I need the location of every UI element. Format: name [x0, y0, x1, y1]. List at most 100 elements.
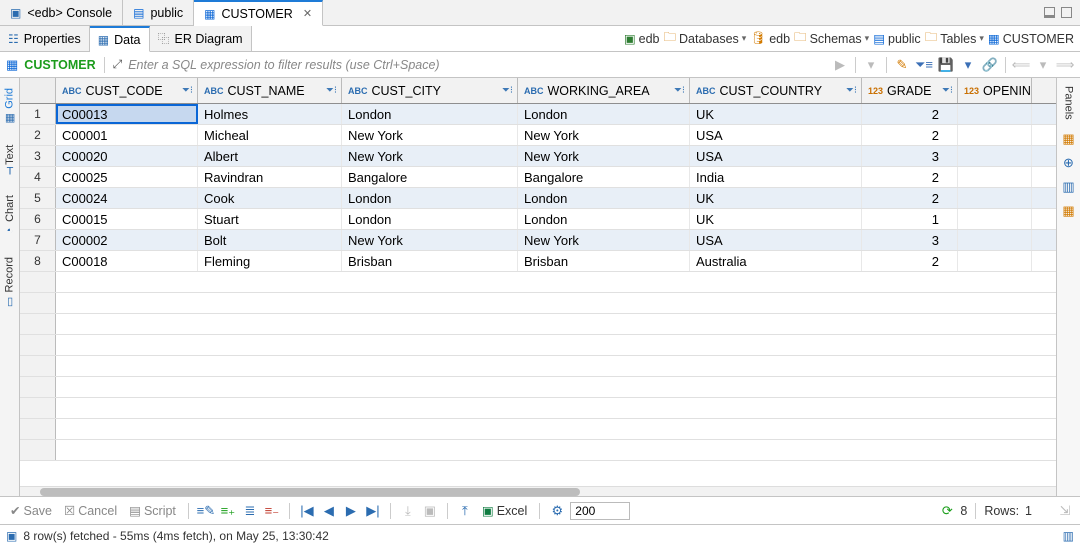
cell-cust-name[interactable]: Micheal [198, 125, 342, 145]
cell-opening[interactable] [958, 167, 1032, 187]
crumb-schemas[interactable]: 🗀Schemas▾ [794, 28, 869, 49]
cell-cust-country[interactable]: UK [690, 104, 862, 124]
row-number[interactable]: 6 [20, 209, 56, 229]
col-header-working-area[interactable]: ABCWORKING_AREA⏷⁝ [518, 78, 690, 103]
favorites-icon[interactable]: ▾ [959, 56, 977, 74]
row-number[interactable]: 7 [20, 230, 56, 250]
maximize-icon[interactable] [1061, 7, 1072, 18]
chevron-down-icon[interactable]: ▾ [865, 33, 870, 44]
cell-cust-name[interactable]: Fleming [198, 251, 342, 271]
rail-tab-chart[interactable]: ◔Chart [4, 189, 16, 243]
save-button[interactable]: ✔Save [6, 501, 56, 520]
cell-cust-country[interactable]: USA [690, 230, 862, 250]
last-page-icon[interactable]: ▶| [364, 502, 382, 520]
crumb-schema[interactable]: ▤public [873, 31, 920, 46]
cell-cust-code[interactable]: C00025 [56, 167, 198, 187]
pin-icon[interactable]: ⇲ [1056, 502, 1074, 520]
link-icon[interactable]: 🔗 [981, 56, 999, 74]
panel-calendar-icon[interactable]: ▥ [1060, 178, 1078, 196]
crumb-table[interactable]: ▦CUSTOMER [988, 31, 1074, 46]
cell-grade[interactable]: 1 [862, 209, 958, 229]
table-row[interactable]: 1 C00013 Holmes London London UK 2 [20, 104, 1056, 125]
rail-tab-text[interactable]: TText [4, 139, 16, 181]
subtab-data[interactable]: ▦ Data [90, 26, 150, 52]
cell-working-area[interactable]: London [518, 188, 690, 208]
cell-cust-country[interactable]: UK [690, 188, 862, 208]
crumb-databases[interactable]: 🗀Databases▾ [664, 28, 747, 49]
row-number[interactable]: 3 [20, 146, 56, 166]
row-number[interactable]: 2 [20, 125, 56, 145]
row-number[interactable]: 8 [20, 251, 56, 271]
crumb-tables[interactable]: 🗀Tables▾ [925, 28, 984, 49]
cell-cust-country[interactable]: USA [690, 125, 862, 145]
chevron-down-icon[interactable]: ▾ [979, 33, 984, 44]
tab-customer[interactable]: ▦ CUSTOMER ✕ [194, 0, 323, 26]
cell-cust-city[interactable]: New York [342, 125, 518, 145]
tab-public[interactable]: ▤ public [123, 0, 194, 25]
duplicate-row-icon[interactable]: ≣ [241, 502, 259, 520]
cell-cust-name[interactable]: Stuart [198, 209, 342, 229]
delete-row-icon[interactable]: ≡₋ [263, 502, 281, 520]
table-row[interactable]: 4 C00025 Ravindran Bangalore Bangalore I… [20, 167, 1056, 188]
next-page-icon[interactable]: ▶ [342, 502, 360, 520]
filter-icon[interactable]: ⏷⁝ [942, 85, 953, 96]
cell-cust-name[interactable]: Albert [198, 146, 342, 166]
crumb-connection[interactable]: ▣edb [624, 31, 660, 46]
cell-opening[interactable] [958, 104, 1032, 124]
close-icon[interactable]: ✕ [303, 7, 312, 20]
settings-icon[interactable]: ⚙ [548, 502, 566, 520]
nav-back-menu-icon[interactable]: ▾ [1034, 56, 1052, 74]
custom-filter-icon[interactable]: ✎ [893, 56, 911, 74]
cell-working-area[interactable]: New York [518, 125, 690, 145]
cell-grade[interactable]: 2 [862, 125, 958, 145]
sql-filter-input[interactable]: Enter a SQL expression to filter results… [128, 58, 825, 72]
cell-opening[interactable] [958, 188, 1032, 208]
filter-icon[interactable]: ⏷⁝ [182, 85, 193, 96]
cell-grade[interactable]: 2 [862, 251, 958, 271]
table-row[interactable]: 2 C00001 Micheal New York New York USA 2 [20, 125, 1056, 146]
cell-cust-city[interactable]: Bangalore [342, 167, 518, 187]
panel-globe-icon[interactable]: ⊕ [1060, 154, 1078, 172]
cell-cust-city[interactable]: London [342, 104, 518, 124]
prev-page-icon[interactable]: ◀ [320, 502, 338, 520]
table-row[interactable]: 8 C00018 Fleming Brisban Brisban Austral… [20, 251, 1056, 272]
subtab-properties[interactable]: ☷ Properties [0, 26, 90, 51]
cell-grade[interactable]: 2 [862, 188, 958, 208]
scrollbar-thumb[interactable] [40, 488, 580, 496]
cell-cust-code[interactable]: C00018 [56, 251, 198, 271]
cell-working-area[interactable]: Brisban [518, 251, 690, 271]
row-number[interactable]: 1 [20, 104, 56, 124]
cancel-button[interactable]: ☒Cancel [60, 501, 121, 520]
filter-history-icon[interactable]: ▾ [862, 56, 880, 74]
table-row[interactable]: 7 C00002 Bolt New York New York USA 3 [20, 230, 1056, 251]
rail-tab-grid[interactable]: ▦Grid [3, 82, 16, 131]
cell-grade[interactable]: 3 [862, 230, 958, 250]
col-header-cust-name[interactable]: ABCCUST_NAME⏷⁝ [198, 78, 342, 103]
minimize-icon[interactable] [1044, 7, 1055, 18]
filter-icon[interactable]: ⏷⁝ [326, 85, 337, 96]
cell-opening[interactable] [958, 209, 1032, 229]
nav-back-icon[interactable]: ⟸ [1012, 56, 1030, 74]
cell-cust-country[interactable]: India [690, 167, 862, 187]
cell-cust-city[interactable]: Brisban [342, 251, 518, 271]
row-number-header[interactable] [20, 78, 56, 103]
page-size-input[interactable] [570, 502, 630, 520]
cell-cust-country[interactable]: UK [690, 209, 862, 229]
table-row[interactable]: 3 C00020 Albert New York New York USA 3 [20, 146, 1056, 167]
row-number[interactable]: 5 [20, 188, 56, 208]
table-row[interactable]: 6 C00015 Stuart London London UK 1 [20, 209, 1056, 230]
cell-cust-city[interactable]: London [342, 209, 518, 229]
cell-grade[interactable]: 3 [862, 146, 958, 166]
expand-icon[interactable]: ⤢ [113, 57, 123, 72]
layout-icon[interactable]: ▣ [421, 502, 439, 520]
filter-settings-icon[interactable]: ⏷≡ [915, 56, 933, 74]
cell-cust-country[interactable]: Australia [690, 251, 862, 271]
col-header-opening[interactable]: 123OPENIN [958, 78, 1032, 103]
add-row-icon[interactable]: ≡₊ [219, 502, 237, 520]
export-icon[interactable]: ⤒ [456, 502, 474, 520]
apply-filter-icon[interactable]: ▶ [831, 56, 849, 74]
row-number[interactable]: 4 [20, 167, 56, 187]
cell-grade[interactable]: 2 [862, 167, 958, 187]
cell-cust-city[interactable]: New York [342, 146, 518, 166]
filter-icon[interactable]: ⏷⁝ [502, 85, 513, 96]
